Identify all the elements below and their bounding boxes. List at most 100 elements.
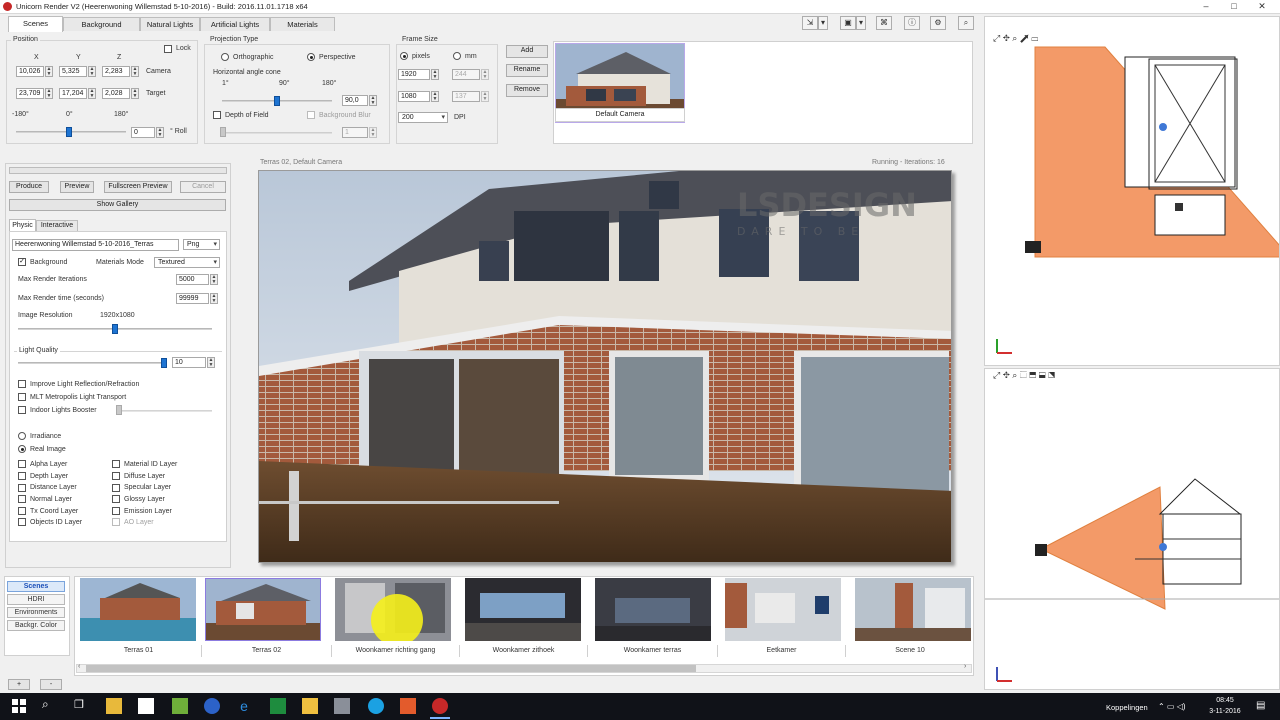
frame-height-px-stepper[interactable]: ▲ ▼: [431, 91, 439, 102]
format-select[interactable]: Png: [183, 239, 220, 250]
light-quality-thumb[interactable]: [161, 358, 167, 368]
target-z-stepper[interactable]: ▲ ▼: [131, 88, 139, 99]
angle-stepper[interactable]: ▲ ▼: [369, 95, 377, 106]
spreadsheet-icon[interactable]: [270, 698, 286, 714]
max-render-iterations-input[interactable]: 5000: [176, 274, 209, 285]
side-nav-scenes[interactable]: Scenes: [7, 581, 65, 592]
scroll-left-icon[interactable]: ‹: [78, 663, 80, 670]
irradiance-radio[interactable]: [18, 432, 26, 440]
blur-slider-track[interactable]: [222, 132, 332, 134]
blur-slider-thumb[interactable]: [220, 127, 226, 137]
angle-slider-thumb[interactable]: [274, 96, 280, 106]
add-camera-button[interactable]: Add: [506, 45, 548, 58]
tab-background[interactable]: Background: [63, 17, 140, 31]
tab-physic[interactable]: Physic: [9, 219, 36, 231]
scene-thumb-woonkamer-terras[interactable]: [595, 578, 711, 641]
lock-checkbox[interactable]: [164, 45, 172, 53]
improve-light-checkbox[interactable]: [18, 380, 26, 388]
scene-thumb-woonkamer-richting-gang[interactable]: [335, 578, 451, 641]
file-explorer-icon[interactable]: [106, 698, 122, 714]
camera-y-stepper[interactable]: ▲ ▼: [88, 66, 96, 77]
system-tray-icons[interactable]: ⌃ ▭ ◁): [1158, 702, 1186, 711]
indoor-lights-thumb[interactable]: [116, 405, 122, 415]
max-render-time-input[interactable]: 99999: [176, 293, 209, 304]
camera-z-stepper[interactable]: ▲ ▼: [131, 66, 139, 77]
save-menu-chevron-icon[interactable]: ▾: [856, 16, 866, 30]
roll-stepper[interactable]: ▲ ▼: [156, 127, 164, 138]
target-x-input[interactable]: 23,709: [16, 88, 44, 99]
printer-icon[interactable]: [334, 698, 350, 714]
folder-icon[interactable]: [302, 698, 318, 714]
indoor-lights-checkbox[interactable]: [18, 406, 26, 414]
target-z-input[interactable]: 2,028: [102, 88, 130, 99]
close-button[interactable]: ✕: [1248, 0, 1276, 14]
background-blur-checkbox[interactable]: [307, 111, 315, 119]
produce-button[interactable]: Produce: [9, 181, 49, 193]
tab-artificial-lights[interactable]: Artificial Lights: [200, 17, 270, 31]
clock-time[interactable]: 08:45: [1208, 697, 1242, 704]
indoor-lights-track[interactable]: [116, 410, 212, 412]
taskbar-links-label[interactable]: Koppelingen: [1106, 703, 1148, 712]
tab-interactive[interactable]: Interactive: [36, 220, 78, 231]
windows-icon[interactable]: [12, 699, 26, 713]
frame-width-mm-stepper[interactable]: ▲ ▼: [481, 69, 489, 80]
pixels-radio[interactable]: [400, 52, 408, 60]
diffuse-layer-checkbox[interactable]: [112, 472, 120, 480]
max-render-time-stepper[interactable]: ▲ ▼: [210, 293, 218, 304]
angle-input[interactable]: 90,0: [342, 95, 368, 106]
glossy-layer-checkbox[interactable]: [112, 495, 120, 503]
minimize-button[interactable]: –: [1192, 0, 1220, 14]
sketchup-icon[interactable]: [400, 698, 416, 714]
view-toolbar-icons[interactable]: ⤢ ✥ ⌕ ⬈ ▭: [993, 33, 1038, 44]
real-image-radio[interactable]: [18, 445, 26, 453]
remove-scene-button[interactable]: -: [40, 679, 62, 690]
search-icon[interactable]: ⌕: [42, 697, 49, 712]
frame-height-px-input[interactable]: 1080: [398, 91, 430, 102]
material-id-layer-checkbox[interactable]: [112, 460, 120, 468]
scene-thumb-eetkamer[interactable]: [725, 578, 841, 641]
specular-layer-checkbox[interactable]: [112, 484, 120, 492]
roll-slider-thumb[interactable]: [66, 127, 72, 137]
distance-layer-checkbox[interactable]: [18, 484, 26, 492]
camera-z-input[interactable]: 2,283: [102, 66, 130, 77]
scene-thumb-terras-02[interactable]: [205, 578, 321, 641]
light-quality-stepper[interactable]: ▲ ▼: [207, 357, 215, 368]
depth-of-field-checkbox[interactable]: [213, 111, 221, 119]
roll-input[interactable]: 0: [131, 127, 155, 138]
materials-mode-select[interactable]: Textured: [154, 257, 220, 268]
emission-layer-checkbox[interactable]: [112, 507, 120, 515]
tx-coord-layer-checkbox[interactable]: [18, 507, 26, 515]
app-icon[interactable]: [172, 698, 188, 714]
frame-width-px-input[interactable]: 1920: [398, 69, 430, 80]
camera-x-stepper[interactable]: ▲ ▼: [45, 66, 53, 77]
scroll-right-icon[interactable]: ›: [964, 663, 966, 670]
light-quality-input[interactable]: 10: [172, 357, 206, 368]
frame-width-mm-input[interactable]: 244: [452, 69, 480, 80]
zoom-icon[interactable]: ⌕: [958, 16, 974, 30]
network-icon[interactable]: ⌘: [876, 16, 892, 30]
objects-id-layer-checkbox[interactable]: [18, 518, 26, 526]
perspective-radio[interactable]: [307, 53, 315, 61]
save-icon[interactable]: ▣: [840, 16, 856, 30]
render-viewport[interactable]: LSDESIGN DARE TO BE: [258, 170, 952, 563]
tab-natural-lights[interactable]: Natural Lights: [140, 17, 200, 31]
blur-input[interactable]: 1: [342, 127, 368, 138]
cancel-button[interactable]: Cancel: [180, 181, 226, 193]
clock-date[interactable]: 3-11-2016: [1203, 708, 1247, 715]
orthographic-radio[interactable]: [221, 53, 229, 61]
tab-materials[interactable]: Materials: [270, 17, 335, 31]
edge-icon[interactable]: e: [236, 698, 252, 714]
top-view-panel[interactable]: ⤢ ✥ ⌕ ⬈ ▭: [984, 16, 1280, 366]
output-filename-input[interactable]: Heerenwoning Willemstad 5-10-2016_Terras: [12, 239, 179, 251]
preview-button[interactable]: Preview: [60, 181, 94, 193]
side-nav-background-color[interactable]: Backgr. Color: [7, 620, 65, 631]
gear-icon[interactable]: ⚙: [930, 16, 946, 30]
image-resolution-thumb[interactable]: [112, 324, 118, 334]
light-quality-track[interactable]: [18, 362, 164, 364]
alpha-layer-checkbox[interactable]: [18, 460, 26, 468]
side-view-panel[interactable]: ⤢ ✥ ⌕ ⬚ ⬒ ⬓ ⬔: [984, 368, 1280, 690]
scene-strip-scroll-thumb[interactable]: [86, 665, 696, 672]
scene-thumb-scene-10[interactable]: [855, 578, 971, 641]
camera-x-input[interactable]: 10,026: [16, 66, 44, 77]
depth-layer-checkbox[interactable]: [18, 472, 26, 480]
